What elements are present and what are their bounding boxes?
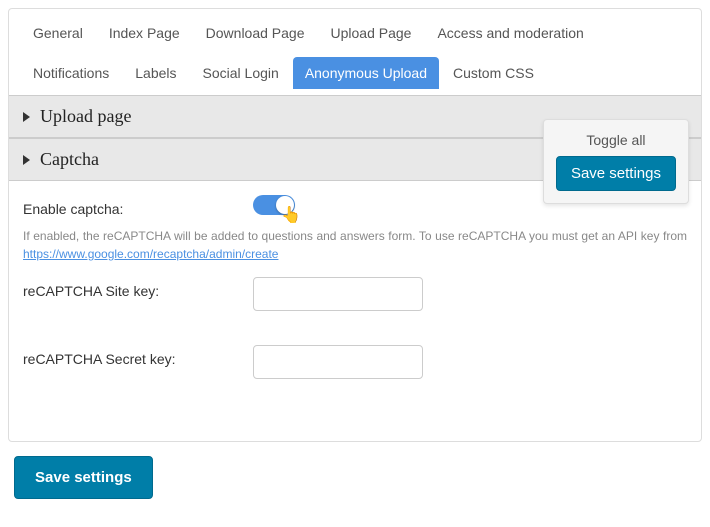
toggle-all-link[interactable]: Toggle all [556,128,676,156]
tabs-nav: General Index Page Download Page Upload … [9,9,701,95]
recaptcha-api-link[interactable]: https://www.google.com/recaptcha/admin/c… [23,247,278,261]
enable-captcha-toggle[interactable] [253,195,295,215]
site-key-label: reCAPTCHA Site key: [23,277,253,299]
bottom-actions: Save settings [8,442,702,505]
tab-custom-css[interactable]: Custom CSS [441,57,546,89]
enable-captcha-label: Enable captcha: [23,195,253,217]
chevron-right-icon [23,112,30,122]
tab-download-page[interactable]: Download Page [194,17,317,49]
section-title: Captcha [40,149,99,170]
tab-anonymous-upload[interactable]: Anonymous Upload [293,57,439,89]
captcha-form: Enable captcha: 👆 If enabled, the reCAPT… [9,181,701,379]
chevron-right-icon [23,155,30,165]
tab-access-moderation[interactable]: Access and moderation [425,17,595,49]
tab-upload-page[interactable]: Upload Page [319,17,424,49]
toggle-knob [276,196,294,214]
save-settings-button-bottom[interactable]: Save settings [14,456,153,499]
tab-labels[interactable]: Labels [123,57,188,89]
secret-key-label: reCAPTCHA Secret key: [23,345,253,367]
secret-key-input[interactable] [253,345,423,379]
section-title: Upload page [40,106,131,127]
tab-social-login[interactable]: Social Login [191,57,291,89]
site-key-input[interactable] [253,277,423,311]
floating-actions: Toggle all Save settings [543,119,689,204]
tab-general[interactable]: General [21,17,95,49]
tab-index-page[interactable]: Index Page [97,17,192,49]
captcha-help-text: If enabled, the reCAPTCHA will be added … [23,227,687,263]
tab-notifications[interactable]: Notifications [21,57,121,89]
save-settings-button-top[interactable]: Save settings [556,156,676,191]
settings-panel: General Index Page Download Page Upload … [8,8,702,442]
